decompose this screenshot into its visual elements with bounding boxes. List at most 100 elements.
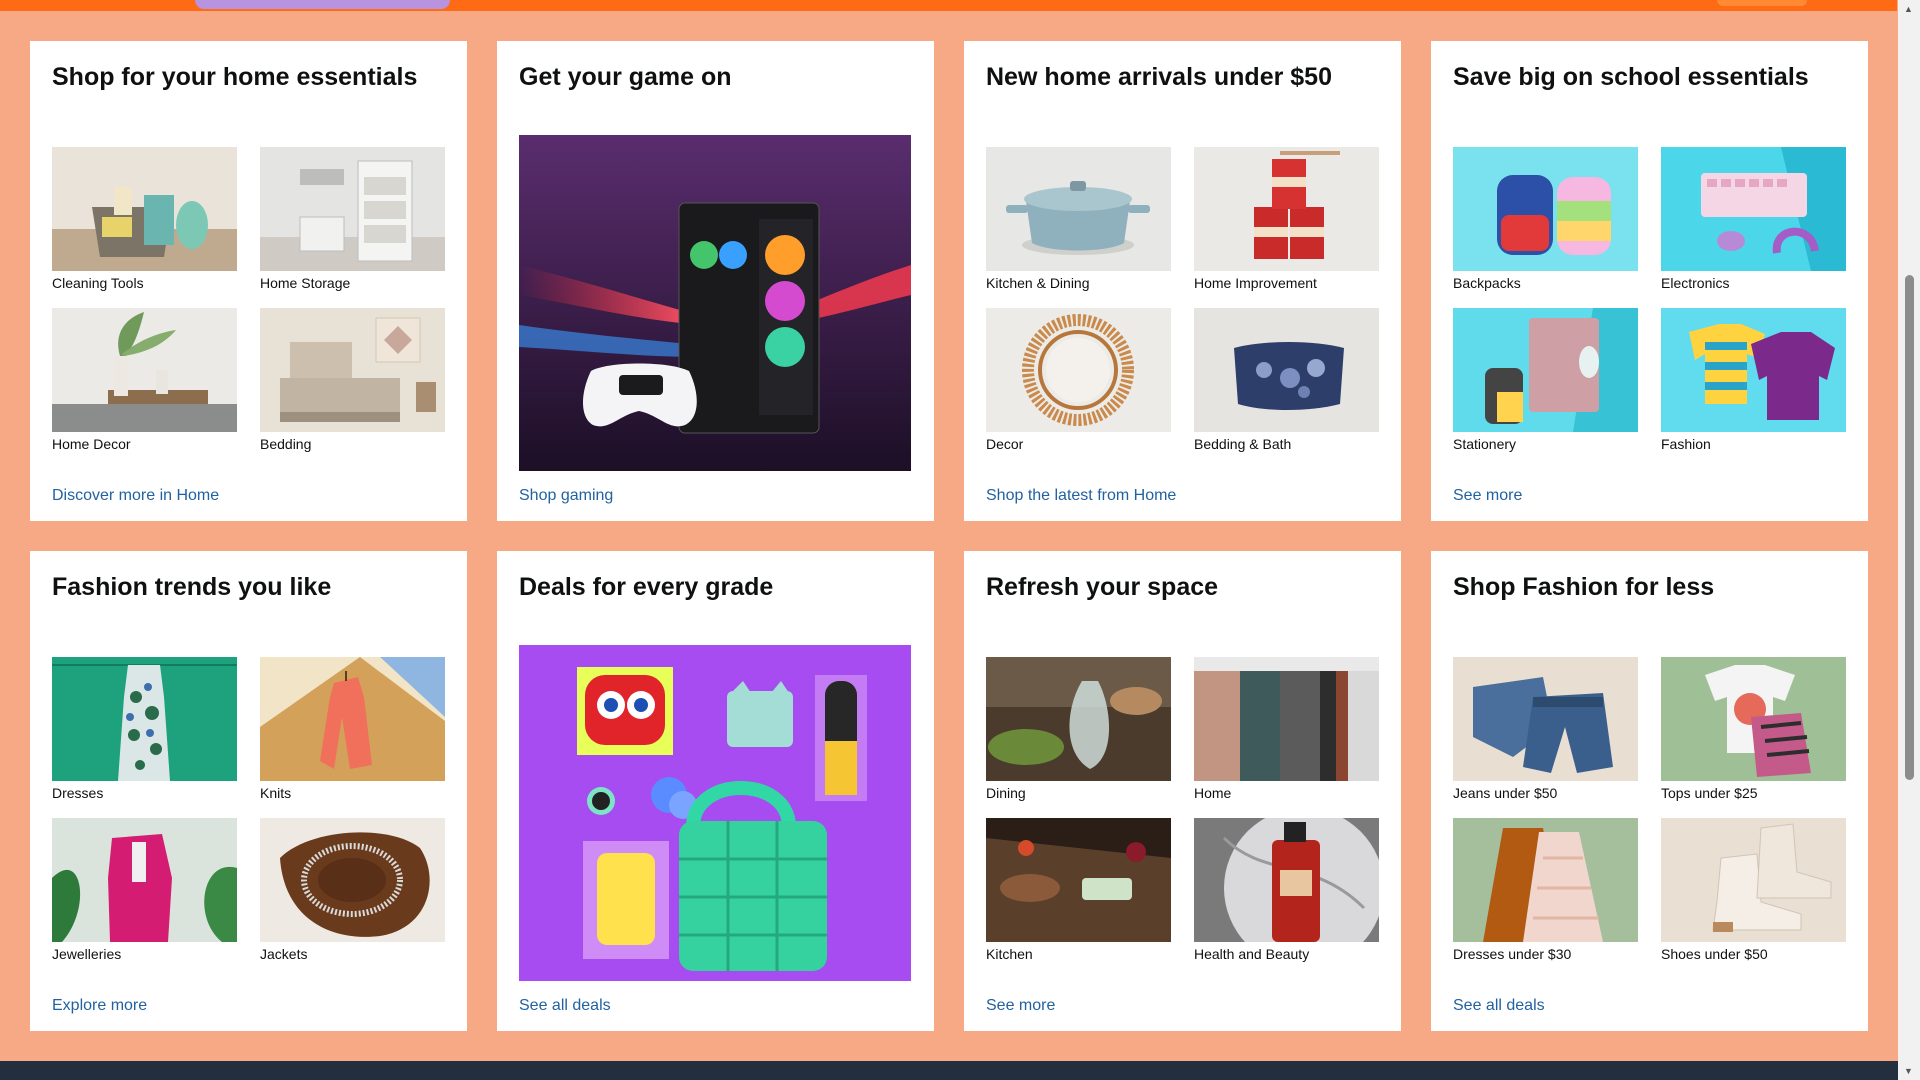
item-home-decor[interactable]: Home Decor	[52, 308, 237, 453]
item-home-improvement[interactable]: Home Improvement	[1194, 147, 1379, 292]
decor-image	[986, 308, 1171, 432]
item-label: Jeans under $50	[1453, 785, 1558, 801]
vertical-scrollbar[interactable]: ▲ ▼	[1898, 0, 1920, 1080]
card-deals-every-grade: Deals for every grade See all deals	[497, 551, 934, 1031]
banner-decoration	[1717, 0, 1807, 6]
item-label: Kitchen	[986, 946, 1033, 962]
item-label: Jackets	[260, 946, 308, 962]
card-link[interactable]: See more	[986, 997, 1055, 1015]
item-label: Home Decor	[52, 436, 131, 452]
item-label: Fashion	[1661, 436, 1711, 452]
item-jackets[interactable]: Jackets	[260, 818, 445, 963]
card-title: Deals for every grade	[519, 573, 774, 601]
item-tops[interactable]: Tops under $25	[1661, 657, 1846, 802]
item-label: Electronics	[1661, 275, 1730, 291]
jackets-image	[260, 818, 445, 942]
electronics-image	[1661, 147, 1846, 271]
item-label: Home Storage	[260, 275, 351, 291]
item-label: Health and Beauty	[1194, 946, 1310, 962]
dresses-image	[52, 657, 237, 781]
scroll-up-icon[interactable]: ▲	[1904, 4, 1913, 14]
item-label: Backpacks	[1453, 275, 1521, 291]
gaming-pc-image[interactable]	[519, 135, 911, 471]
item-label: Stationery	[1453, 436, 1517, 452]
scroll-down-icon[interactable]: ▼	[1904, 1066, 1913, 1076]
item-home[interactable]: Home	[1194, 657, 1379, 802]
card-item-grid: Dresses Knits Jewelleries Jackets	[52, 657, 445, 963]
card-title: Fashion trends you like	[52, 573, 332, 601]
item-label: Dresses under $30	[1453, 946, 1572, 962]
card-link[interactable]: See all deals	[519, 997, 611, 1015]
health-beauty-image	[1194, 818, 1379, 942]
item-knits[interactable]: Knits	[260, 657, 445, 802]
item-dresses[interactable]: Dresses	[52, 657, 237, 802]
bedding-bath-image	[1194, 308, 1379, 432]
item-label: Tops under $25	[1661, 785, 1758, 801]
card-school-essentials: Save big on school essentials Backpacks …	[1431, 41, 1868, 521]
item-kitchen-dining[interactable]: Kitchen & Dining	[986, 147, 1171, 292]
banner-decoration	[195, 0, 450, 9]
card-title: Refresh your space	[986, 573, 1219, 601]
cleaning-tools-image	[52, 147, 237, 271]
knits-image	[260, 657, 445, 781]
item-decor[interactable]: Decor	[986, 308, 1171, 453]
tops-image	[1661, 657, 1846, 781]
item-dresses-30[interactable]: Dresses under $30	[1453, 818, 1638, 963]
jeans-image	[1453, 657, 1638, 781]
card-refresh-space: Refresh your space Dining Home Kitchen H…	[964, 551, 1401, 1031]
item-label: Dresses	[52, 785, 104, 801]
item-label: Home Improvement	[1194, 275, 1317, 291]
top-banner-strip	[0, 0, 1897, 11]
kitchen-image	[986, 818, 1171, 942]
scrollbar-thumb[interactable]	[1905, 275, 1914, 780]
item-label: Knits	[260, 785, 292, 801]
item-stationery[interactable]: Stationery	[1453, 308, 1638, 453]
item-label: Decor	[986, 436, 1024, 452]
home-improvement-image	[1194, 147, 1379, 271]
card-item-grid: Cleaning Tools Home Storage Home Decor B…	[52, 147, 445, 453]
dining-image	[986, 657, 1171, 781]
item-bedding-bath[interactable]: Bedding & Bath	[1194, 308, 1379, 453]
card-item-grid: Dining Home Kitchen Health and Beauty	[986, 657, 1379, 963]
card-link[interactable]: See more	[1453, 487, 1522, 505]
card-link[interactable]: Discover more in Home	[52, 487, 219, 505]
item-jewelleries[interactable]: Jewelleries	[52, 818, 237, 963]
item-electronics[interactable]: Electronics	[1661, 147, 1846, 292]
card-link[interactable]: Explore more	[52, 997, 147, 1015]
item-dining[interactable]: Dining	[986, 657, 1171, 802]
card-new-home-arrivals: New home arrivals under $50 Kitchen & Di…	[964, 41, 1401, 521]
card-link[interactable]: Shop the latest from Home	[986, 487, 1176, 505]
item-label: Bedding & Bath	[1194, 436, 1292, 452]
item-backpacks[interactable]: Backpacks	[1453, 147, 1638, 292]
item-kitchen[interactable]: Kitchen	[986, 818, 1171, 963]
card-link[interactable]: See all deals	[1453, 997, 1545, 1015]
shoes-image	[1661, 818, 1846, 942]
card-link[interactable]: Shop gaming	[519, 487, 613, 505]
card-title: Shop Fashion for less	[1453, 573, 1715, 601]
bedding-image	[260, 308, 445, 432]
item-label: Bedding	[260, 436, 312, 452]
home-image	[1194, 657, 1379, 781]
item-health-beauty[interactable]: Health and Beauty	[1194, 818, 1379, 963]
card-item-grid: Kitchen & Dining Home Improvement Decor …	[986, 147, 1379, 453]
card-title: Get your game on	[519, 63, 732, 91]
item-bedding[interactable]: Bedding	[260, 308, 445, 453]
item-shoes[interactable]: Shoes under $50	[1661, 818, 1846, 963]
item-jeans[interactable]: Jeans under $50	[1453, 657, 1638, 802]
footer-strip	[0, 1061, 1898, 1080]
school-supplies-image[interactable]	[519, 645, 911, 981]
item-label: Cleaning Tools	[52, 275, 144, 291]
card-fashion-trends: Fashion trends you like Dresses Knits Je…	[30, 551, 467, 1031]
item-home-storage[interactable]: Home Storage	[260, 147, 445, 292]
item-label: Kitchen & Dining	[986, 275, 1090, 291]
card-home-essentials: Shop for your home essentials Cleaning T…	[30, 41, 467, 521]
item-label: Jewelleries	[52, 946, 122, 962]
item-label: Dining	[986, 785, 1026, 801]
kitchen-dining-image	[986, 147, 1171, 271]
item-cleaning-tools[interactable]: Cleaning Tools	[52, 147, 237, 292]
card-gaming: Get your game on Shop gaming	[497, 41, 934, 521]
card-title: New home arrivals under $50	[986, 63, 1332, 91]
item-label: Shoes under $50	[1661, 946, 1768, 962]
item-fashion-kids[interactable]: Fashion	[1661, 308, 1846, 453]
backpacks-image	[1453, 147, 1638, 271]
